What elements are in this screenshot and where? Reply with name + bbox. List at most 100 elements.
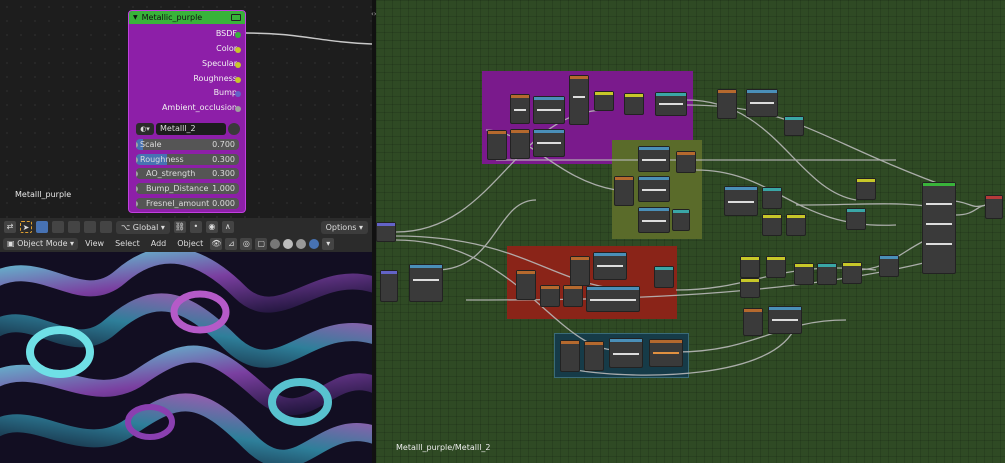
output-socket-bsdf[interactable]: BSDF	[216, 29, 241, 38]
node[interactable]	[743, 308, 763, 336]
select-mode-new-icon[interactable]	[36, 221, 48, 233]
node-tree-browse-icon[interactable]: ◐▾	[136, 123, 154, 135]
pivot-point-icon[interactable]: ⛓	[173, 221, 186, 233]
node[interactable]	[766, 256, 786, 278]
node[interactable]	[560, 340, 580, 372]
node[interactable]	[487, 130, 507, 160]
node[interactable]	[746, 89, 778, 117]
node[interactable]	[563, 285, 583, 307]
collapse-triangle-icon[interactable]: ▼	[133, 14, 138, 21]
solid-shading-icon[interactable]	[283, 239, 294, 249]
node[interactable]	[672, 209, 690, 231]
node[interactable]	[533, 129, 565, 157]
output-socket-roughness[interactable]: Roughness	[193, 74, 241, 83]
node[interactable]	[654, 266, 674, 288]
socket-dot-icon[interactable]	[136, 171, 138, 177]
socket-dot-icon[interactable]	[136, 201, 138, 207]
socket-dot-icon[interactable]	[235, 47, 241, 53]
shading-options-icon[interactable]: ▾	[322, 238, 335, 250]
node[interactable]	[740, 256, 760, 278]
node[interactable]	[533, 96, 565, 124]
node[interactable]	[846, 208, 866, 230]
node-group-icon[interactable]	[231, 14, 241, 21]
snap-icon[interactable]: •	[189, 221, 202, 233]
input-bump-distance[interactable]: Bump_Distance 1.000	[136, 183, 239, 194]
node[interactable]	[649, 339, 683, 367]
principled-bsdf-node[interactable]	[922, 182, 956, 274]
output-socket-specular[interactable]: Specular	[202, 59, 241, 68]
node[interactable]	[724, 186, 758, 216]
select-mode-extend-icon[interactable]	[52, 221, 64, 233]
socket-dot-icon[interactable]	[235, 91, 241, 97]
node[interactable]	[842, 262, 862, 284]
node[interactable]	[609, 338, 643, 368]
material-output-node[interactable]	[985, 195, 1003, 219]
node[interactable]	[380, 270, 398, 302]
visibility-eye-icon[interactable]: 👁	[210, 238, 223, 250]
node[interactable]	[786, 214, 806, 236]
wireframe-shading-icon[interactable]	[270, 239, 281, 249]
node[interactable]	[569, 75, 589, 125]
output-socket-color[interactable]: Color	[216, 44, 241, 53]
output-socket-ambient-occlusion[interactable]: Ambient_occlusion	[162, 103, 241, 112]
node[interactable]	[638, 176, 670, 202]
viewport-render-preview[interactable]	[0, 252, 372, 463]
material-shading-icon[interactable]	[296, 239, 307, 249]
rendered-shading-icon[interactable]	[309, 239, 320, 249]
node-header[interactable]: ▼ Metallic_purple	[129, 11, 245, 24]
node[interactable]	[409, 264, 443, 302]
node[interactable]	[794, 263, 814, 285]
node[interactable]	[768, 306, 802, 334]
node[interactable]	[516, 270, 536, 300]
node[interactable]	[655, 92, 687, 116]
node[interactable]	[879, 255, 899, 277]
node[interactable]	[376, 222, 396, 242]
socket-dot-icon[interactable]	[235, 32, 241, 38]
node[interactable]	[740, 278, 760, 298]
transform-orientation-dropdown[interactable]: ⌥ Global ▾	[116, 220, 170, 234]
select-box-icon[interactable]: ➤	[20, 221, 32, 233]
menu-view[interactable]: View	[81, 238, 108, 250]
group-node-metallic-purple[interactable]: ▼ Metallic_purple BSDF Color Specular Ro…	[128, 10, 246, 213]
node[interactable]	[638, 207, 670, 233]
node[interactable]	[856, 178, 876, 200]
node[interactable]	[584, 341, 604, 371]
menu-object[interactable]: Object	[173, 238, 207, 250]
proportional-edit-icon[interactable]: ◉	[205, 221, 218, 233]
node[interactable]	[510, 94, 530, 124]
output-socket-bump[interactable]: Bump	[214, 88, 241, 97]
node[interactable]	[540, 285, 560, 307]
xray-icon[interactable]: ▢	[255, 238, 268, 250]
menu-add[interactable]: Add	[147, 238, 171, 250]
gizmo-icon[interactable]: ⊿	[225, 238, 238, 250]
input-scale[interactable]: Scale 0.700	[136, 139, 239, 150]
select-mode-intersect-icon[interactable]	[100, 221, 112, 233]
node[interactable]	[624, 93, 644, 115]
node[interactable]	[784, 116, 804, 136]
node[interactable]	[817, 263, 837, 285]
menu-select[interactable]: Select	[111, 238, 144, 250]
node[interactable]	[762, 187, 782, 209]
input-fresnel-amount[interactable]: Fresnel_amount 0.000	[136, 198, 239, 209]
node[interactable]	[570, 256, 590, 286]
node[interactable]	[510, 129, 530, 159]
node[interactable]	[717, 89, 737, 119]
fake-user-shield-icon[interactable]	[228, 123, 240, 135]
input-roughness[interactable]: Roughness 0.300	[136, 154, 239, 165]
node[interactable]	[594, 91, 614, 111]
datablock-name-field[interactable]: Metalll_2	[156, 123, 226, 135]
node[interactable]	[762, 214, 782, 236]
node-group-datablock[interactable]: ◐▾ Metalll_2	[136, 123, 240, 135]
socket-dot-icon[interactable]	[235, 62, 241, 68]
node[interactable]	[676, 151, 696, 173]
transform-tool-icon[interactable]: ⇄	[4, 221, 16, 233]
select-mode-invert-icon[interactable]	[84, 221, 96, 233]
node[interactable]	[638, 146, 670, 172]
falloff-curve-icon[interactable]: ∧	[221, 221, 234, 233]
input-ao-strength[interactable]: AO_strength 0.300	[136, 168, 239, 179]
object-mode-dropdown[interactable]: ▣ Object Mode ▾	[3, 238, 79, 250]
node[interactable]	[614, 176, 634, 206]
node[interactable]	[593, 252, 627, 280]
shader-editor-right[interactable]: Metalll_purple/Metalll_2	[376, 0, 1005, 463]
select-mode-subtract-icon[interactable]	[68, 221, 80, 233]
